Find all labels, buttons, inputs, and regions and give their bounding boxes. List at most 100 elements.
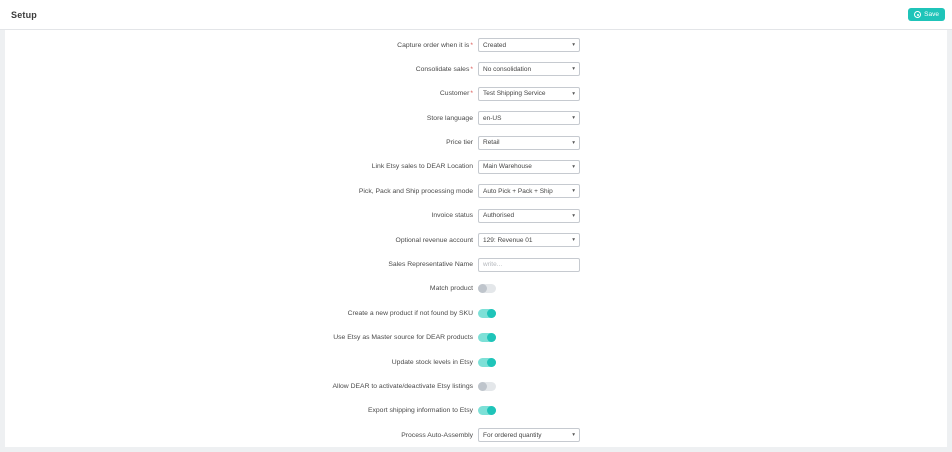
required-asterisk: * [470, 42, 473, 49]
chevron-down-icon: ▾ [572, 237, 575, 243]
chevron-down-icon: ▾ [572, 140, 575, 146]
dropdown-link-etsy-location[interactable]: Main Warehouse ▾ [478, 160, 580, 174]
save-icon [914, 11, 921, 18]
field-label: Create a new product if not found by SKU [5, 310, 473, 317]
required-asterisk: * [470, 66, 473, 73]
form-row: Sales Representative Name [5, 258, 947, 272]
form-row: Link Etsy sales to DEAR Location Main Wa… [5, 160, 947, 174]
field-label: Price tier [5, 139, 473, 146]
save-button-label: Save [924, 11, 939, 18]
toggle-export-shipping-info[interactable] [478, 406, 496, 415]
dropdown-consolidate-sales[interactable]: No consolidation ▾ [478, 62, 580, 76]
form-row: Optional revenue account 129: Revenue 01… [5, 233, 947, 247]
form-row: Allow DEAR to activate/deactivate Etsy l… [5, 379, 947, 393]
toggle-knob [478, 382, 487, 391]
dropdown-value: Auto Pick + Pack + Ship [483, 188, 553, 195]
toggle-knob [478, 284, 487, 293]
dropdown-value: Retail [483, 139, 500, 146]
field-label: Allow DEAR to activate/deactivate Etsy l… [5, 383, 473, 390]
chevron-down-icon: ▾ [572, 42, 575, 48]
field-label: Customer* [5, 90, 473, 97]
chevron-down-icon: ▾ [572, 188, 575, 194]
field-label: Export shipping information to Etsy [5, 407, 473, 414]
page-title: Setup [11, 10, 37, 20]
field-control [478, 284, 496, 293]
field-control: Authorised ▾ [478, 209, 580, 223]
form-row: Customer* Test Shipping Service ▾ [5, 87, 947, 101]
toggle-match-product[interactable] [478, 284, 496, 293]
dropdown-capture-order-when[interactable]: Created ▾ [478, 38, 580, 52]
dropdown-value: Main Warehouse [483, 163, 532, 170]
header-bar: Setup Save [0, 0, 952, 30]
form-row: Process Auto-Assembly For ordered quanti… [5, 428, 947, 442]
form-row: Store language en-US ▾ [5, 111, 947, 125]
chevron-down-icon: ▾ [572, 91, 575, 97]
chevron-down-icon: ▾ [572, 432, 575, 438]
toggle-knob [487, 333, 496, 342]
field-control [478, 406, 496, 415]
field-label: Capture order when it is* [5, 42, 473, 49]
dropdown-optional-revenue-account[interactable]: 129: Revenue 01 ▾ [478, 233, 580, 247]
field-control [478, 309, 496, 318]
dropdown-value: No consolidation [483, 66, 531, 73]
field-control [478, 258, 580, 272]
dropdown-pick-pack-ship-mode[interactable]: Auto Pick + Pack + Ship ▾ [478, 184, 580, 198]
dropdown-store-language[interactable]: en-US ▾ [478, 111, 580, 125]
form-row: Consolidate sales* No consolidation ▾ [5, 62, 947, 76]
field-control [478, 358, 496, 367]
field-control [478, 382, 496, 391]
field-label: Link Etsy sales to DEAR Location [5, 163, 473, 170]
dropdown-invoice-status[interactable]: Authorised ▾ [478, 209, 580, 223]
field-control: 129: Revenue 01 ▾ [478, 233, 580, 247]
form-row: Export shipping information to Etsy [5, 404, 947, 418]
field-control [478, 333, 496, 342]
field-label: Consolidate sales* [5, 66, 473, 73]
field-control: No consolidation ▾ [478, 62, 580, 76]
form-row: Price tier Retail ▾ [5, 136, 947, 150]
dropdown-value: Created [483, 42, 506, 49]
form-row: Invoice status Authorised ▾ [5, 209, 947, 223]
form-row: Match product [5, 282, 947, 296]
field-label: Use Etsy as Master source for DEAR produ… [5, 334, 473, 341]
chevron-down-icon: ▾ [572, 115, 575, 121]
field-label: Store language [5, 115, 473, 122]
dropdown-customer[interactable]: Test Shipping Service ▾ [478, 87, 580, 101]
form-row: Capture order when it is* Created ▾ [5, 38, 947, 52]
toggle-create-product-sku[interactable] [478, 309, 496, 318]
chevron-down-icon: ▾ [572, 66, 575, 72]
toggle-etsy-master-source[interactable] [478, 333, 496, 342]
field-control: For ordered quantity ▾ [478, 428, 580, 442]
input-sales-rep-name[interactable] [478, 258, 580, 272]
dropdown-price-tier[interactable]: Retail ▾ [478, 136, 580, 150]
dropdown-value: 129: Revenue 01 [483, 237, 533, 244]
field-control: Retail ▾ [478, 136, 580, 150]
form-row: Pick, Pack and Ship processing mode Auto… [5, 184, 947, 198]
field-control: en-US ▾ [478, 111, 580, 125]
chevron-down-icon: ▾ [572, 213, 575, 219]
toggle-update-stock-levels[interactable] [478, 358, 496, 367]
required-asterisk: * [470, 90, 473, 97]
toggle-allow-activate-listings[interactable] [478, 382, 496, 391]
toggle-knob [487, 309, 496, 318]
field-control: Test Shipping Service ▾ [478, 87, 580, 101]
field-label: Update stock levels in Etsy [5, 359, 473, 366]
dropdown-value: Authorised [483, 212, 514, 219]
form-row: Update stock levels in Etsy [5, 355, 947, 369]
field-label: Process Auto-Assembly [5, 432, 473, 439]
toggle-knob [487, 358, 496, 367]
field-label: Sales Representative Name [5, 261, 473, 268]
form-row: Use Etsy as Master source for DEAR produ… [5, 331, 947, 345]
dropdown-process-auto-assembly[interactable]: For ordered quantity ▾ [478, 428, 580, 442]
dropdown-value: en-US [483, 115, 501, 122]
field-label: Invoice status [5, 212, 473, 219]
save-button[interactable]: Save [908, 8, 945, 21]
form-row: Create a new product if not found by SKU [5, 306, 947, 320]
field-control: Auto Pick + Pack + Ship ▾ [478, 184, 580, 198]
chevron-down-icon: ▾ [572, 164, 575, 170]
field-label: Optional revenue account [5, 237, 473, 244]
toggle-knob [487, 406, 496, 415]
dropdown-value: Test Shipping Service [483, 90, 546, 97]
dropdown-value: For ordered quantity [483, 432, 542, 439]
field-control: Created ▾ [478, 38, 580, 52]
setup-form: Capture order when it is* Created ▾ Conso… [5, 38, 947, 442]
